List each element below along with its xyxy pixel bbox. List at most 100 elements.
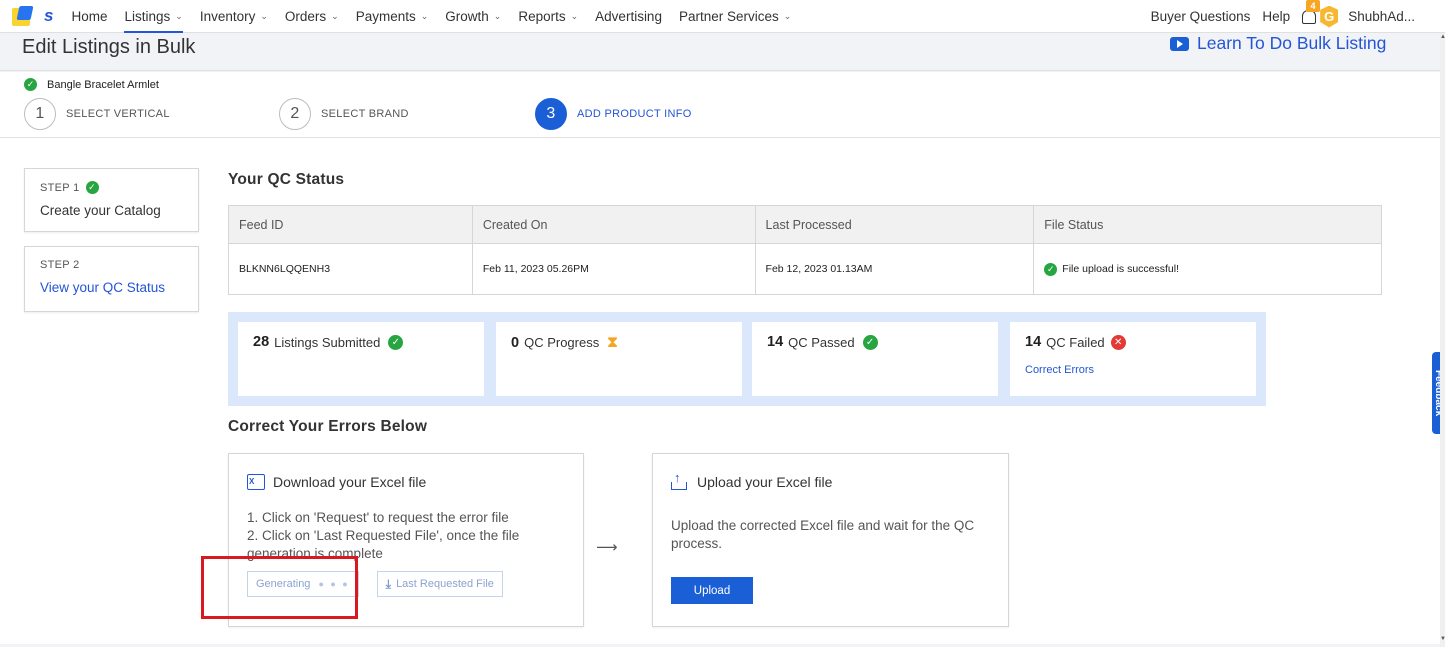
selected-vertical-label: Bangle Bracelet Armlet xyxy=(47,78,159,91)
upload-instruction: Upload the corrected Excel file and wait… xyxy=(671,518,975,551)
column-header: Feed ID xyxy=(228,205,473,244)
sidebar-step-2-text[interactable]: View your QC Status xyxy=(40,280,183,295)
step-number: 1 xyxy=(24,98,56,130)
chevron-down-icon: ⌄ xyxy=(420,10,429,21)
hourglass-icon: ⧗ xyxy=(607,334,618,351)
stat-qc-progress: 0 QC Progress ⧗ xyxy=(496,322,742,396)
stat-label: Listings Submitted xyxy=(274,334,381,350)
sidebar-step-1-header: STEP 1 ✓ xyxy=(40,181,183,194)
file-status-cell: ✓ File upload is successful! xyxy=(1033,243,1382,295)
stat-label: QC Passed xyxy=(788,334,855,350)
correct-errors-link[interactable]: Correct Errors xyxy=(1025,364,1241,376)
title-bar: Edit Listings in Bulk Learn To Do Bulk L… xyxy=(0,33,1440,71)
avatar[interactable]: G xyxy=(1320,5,1339,28)
sidebar-step-1[interactable]: STEP 1 ✓ Create your Catalog xyxy=(24,168,199,232)
chevron-down-icon: ⌄ xyxy=(783,10,792,21)
stepper: ✓ Bangle Bracelet Armlet 1 SELECT VERTIC… xyxy=(0,72,1440,138)
stat-qc-passed: 14 QC Passed ✓ xyxy=(752,322,998,396)
nav-item-label: Orders xyxy=(284,8,327,24)
check-circle-icon: ✓ xyxy=(862,334,878,350)
nav-item-orders[interactable]: Orders ⌄ xyxy=(285,0,339,33)
nav-item-label: Reports xyxy=(518,8,566,24)
flipkart-logo-icon[interactable] xyxy=(12,6,34,26)
buyer-questions-link[interactable]: Buyer Questions xyxy=(1151,9,1251,24)
chevron-down-icon: ⌄ xyxy=(331,10,339,21)
last-file-button-label: Last Requested File xyxy=(396,578,494,590)
nav-item-growth[interactable]: Growth ⌄ xyxy=(445,0,501,33)
scroll-down-icon[interactable]: ▼ xyxy=(1440,636,1445,642)
download-instruction-1: 1. Click on 'Request' to request the err… xyxy=(247,510,509,525)
step-label: SELECT BRAND xyxy=(321,108,409,120)
download-icon: ⤓ xyxy=(385,576,392,591)
nav-item-payments[interactable]: Payments ⌄ xyxy=(356,0,429,33)
nav-item-label: Growth xyxy=(445,8,489,24)
scrollbar[interactable] xyxy=(1440,33,1445,647)
scroll-up-icon[interactable]: ▲ xyxy=(1440,34,1445,40)
qc-status-title: Your QC Status xyxy=(228,171,345,188)
arrow-right-icon: ⟶ xyxy=(596,539,618,556)
check-circle-icon: ✓ xyxy=(1044,262,1058,276)
step-label: SELECT VERTICAL xyxy=(66,108,170,120)
excel-file-icon: X xyxy=(247,474,265,490)
chevron-down-icon: ⌄ xyxy=(493,10,502,21)
top-nav: s Home Listings ⌄ Inventory ⌄ Orders ⌄ Payments… xyxy=(0,0,1445,33)
last-processed-cell: Feb 12, 2023 01.13AM xyxy=(754,243,1035,295)
stat-count: 28 xyxy=(253,334,270,350)
nav-item-home[interactable]: Home xyxy=(71,0,107,33)
step-select-brand[interactable]: 2 SELECT BRAND xyxy=(279,98,409,130)
step-select-vertical[interactable]: 1 SELECT VERTICAL xyxy=(24,98,170,130)
chevron-down-icon: ⌄ xyxy=(570,10,579,21)
stat-count: 14 xyxy=(1025,334,1042,350)
column-header: Created On xyxy=(471,205,756,244)
nav-item-label: Partner Services xyxy=(678,8,779,24)
sidebar-step-2[interactable]: STEP 2 View your QC Status xyxy=(24,246,199,312)
nav-item-label: Inventory xyxy=(199,8,256,24)
page-title: Edit Listings in Bulk xyxy=(22,36,196,58)
stat-qc-failed: 14 QC Failed ✕ Correct Errors xyxy=(1010,322,1256,396)
sidebar-step-1-text: Create your Catalog xyxy=(40,203,161,218)
created-on-cell: Feb 11, 2023 05.26PM xyxy=(471,243,756,295)
last-requested-file-button[interactable]: ⤓ Last Requested File xyxy=(376,571,503,597)
correct-errors-title: Correct Your Errors Below xyxy=(228,418,428,435)
upload-icon xyxy=(671,470,687,490)
nav-item-partner-services[interactable]: Partner Services ⌄ xyxy=(679,0,791,33)
column-header: Last Processed xyxy=(754,205,1035,244)
nav-item-reports[interactable]: Reports ⌄ xyxy=(518,0,578,33)
upload-button[interactable]: Upload xyxy=(671,577,753,604)
nav-item-inventory[interactable]: Inventory ⌄ xyxy=(200,0,268,33)
help-link[interactable]: Help xyxy=(1262,9,1290,24)
sidebar-step-1-label: STEP 1 xyxy=(40,181,80,194)
selected-vertical: ✓ Bangle Bracelet Armlet xyxy=(24,78,159,91)
check-circle-icon: ✓ xyxy=(85,181,99,194)
stat-count: 14 xyxy=(767,334,784,350)
notification-badge: 4 xyxy=(1306,0,1320,12)
upload-card-title: Upload your Excel file xyxy=(697,474,833,490)
learn-link-text: Learn To Do Bulk Listing xyxy=(1197,33,1387,53)
nav-right: Buyer Questions Help G ShubhAd... xyxy=(1151,0,1445,33)
sidebar-step-2-header: STEP 2 xyxy=(40,259,183,271)
check-circle-icon: ✓ xyxy=(24,78,37,91)
nav-item-label: Listings xyxy=(124,8,171,24)
sidebar-step-2-label: STEP 2 xyxy=(40,259,80,271)
youtube-play-icon xyxy=(1170,36,1189,51)
step-number: 3 xyxy=(535,98,567,130)
nav-item-label: Payments xyxy=(355,8,416,24)
upload-excel-card: Upload your Excel file Upload the correc… xyxy=(652,453,1009,627)
qc-stats-panel: 28 Listings Submitted ✓ 0 QC Progress ⧗ … xyxy=(228,312,1266,406)
learn-bulk-listing-link[interactable]: Learn To Do Bulk Listing xyxy=(1170,33,1386,54)
stat-count: 0 xyxy=(511,334,520,351)
step-add-product-info[interactable]: 3 ADD PRODUCT INFO xyxy=(535,98,692,130)
step-label: ADD PRODUCT INFO xyxy=(577,108,692,120)
file-status-text: File upload is successful! xyxy=(1062,263,1180,275)
annotation-highlight-box xyxy=(201,556,358,619)
nav-item-label: Advertising xyxy=(595,8,662,24)
column-header: File Status xyxy=(1033,205,1382,244)
stat-listings-submitted: 28 Listings Submitted ✓ xyxy=(238,322,484,396)
table-row: BLKNN6LQQENH3 Feb 11, 2023 05.26PM Feb 1… xyxy=(228,243,1382,295)
nav-item-advertising[interactable]: Advertising xyxy=(595,0,662,33)
qc-status-table: Feed ID Created On Last Processed File S… xyxy=(228,205,1382,295)
brand-mark: s xyxy=(44,6,54,25)
nav-item-listings[interactable]: Listings ⌄ xyxy=(124,0,184,33)
stat-label: QC Failed xyxy=(1046,334,1105,350)
user-name[interactable]: ShubhAd... xyxy=(1348,9,1415,24)
